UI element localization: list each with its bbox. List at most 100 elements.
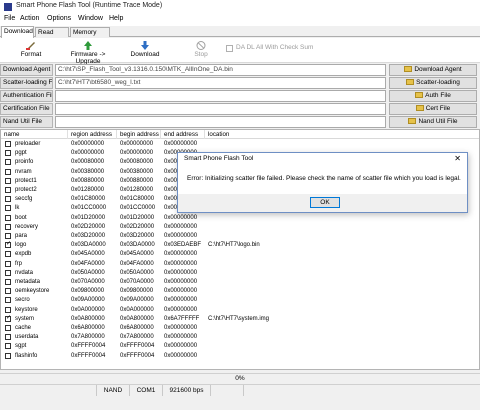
row-checkbox[interactable] <box>5 159 11 166</box>
nand-util-button-label: Nand Util File <box>418 118 458 125</box>
download-button[interactable]: Download <box>129 40 161 58</box>
download-icon <box>139 40 151 51</box>
cert-file-button-label: Cert File <box>425 105 451 112</box>
authentication-field[interactable] <box>55 90 386 102</box>
tab-memory-test[interactable]: Memory Test <box>70 27 110 45</box>
row-checkbox[interactable] <box>5 260 11 267</box>
row-checkbox[interactable] <box>5 334 11 341</box>
table-row[interactable]: sgpt 0xFFFF0004 0xFFFF0004 0x00000000 <box>1 342 479 351</box>
cell-name: cache <box>15 325 32 331</box>
table-row[interactable]: userdata 0x7A800000 0x7A800000 0x00000000 <box>1 333 479 342</box>
row-checkbox[interactable] <box>5 214 11 221</box>
certification-field[interactable] <box>55 103 386 115</box>
row-checkbox[interactable] <box>5 251 11 258</box>
close-icon[interactable]: ✕ <box>454 154 461 164</box>
error-dialog: Smart Phone Flash Tool ✕ Error: Initiali… <box>177 152 468 213</box>
menu-window[interactable]: Window <box>78 15 103 22</box>
table-row[interactable]: preloader 0x00000000 0x00000000 0x00000000 <box>1 140 479 149</box>
stop-icon <box>195 40 207 51</box>
firmware-upgrade-button[interactable]: Firmware -> Upgrade <box>58 40 118 65</box>
cell-begin: 0x00080000 <box>120 159 154 166</box>
table-row[interactable]: recovery 0x02D20000 0x02D20000 0x00000000 <box>1 223 479 232</box>
table-row[interactable]: frp 0x04FA0000 0x04FA0000 0x00000000 <box>1 260 479 269</box>
table-row[interactable]: metadata 0x070A0000 0x070A0000 0x00000000 <box>1 278 479 287</box>
table-row[interactable]: keystore 0x0A000000 0x0A000000 0x00000000 <box>1 306 479 315</box>
cell-begin: 0x00000000 <box>120 150 154 157</box>
row-checkbox[interactable] <box>5 141 11 147</box>
tab-download[interactable]: Download <box>1 26 34 38</box>
table-row[interactable]: secro 0x09A00000 0x09A00000 0x00000000 <box>1 296 479 305</box>
nand-util-field[interactable] <box>55 116 386 128</box>
cell-region: 0x01CC0000 <box>71 205 107 212</box>
cell-location: C:\ht7\HT7\logo.bin <box>208 242 260 249</box>
cell-region: 0x00080000 <box>71 159 105 166</box>
row-checkbox[interactable] <box>5 177 11 184</box>
table-row[interactable]: oemkeystore 0x09800000 0x09800000 0x0000000… <box>1 287 479 296</box>
menu-file[interactable]: File <box>4 15 15 22</box>
menu-options[interactable]: Options <box>47 15 71 22</box>
row-checkbox[interactable] <box>5 269 11 276</box>
row-checkbox[interactable] <box>5 150 11 157</box>
table-row[interactable]: boot 0x01D20000 0x01D20000 0x00000000 <box>1 214 479 223</box>
cell-name: seccfg <box>15 196 33 203</box>
row-checkbox[interactable] <box>5 288 11 295</box>
ok-button[interactable]: OK <box>310 197 340 208</box>
stop-button[interactable]: Stop <box>191 40 211 58</box>
row-checkbox[interactable] <box>5 223 11 230</box>
row-checkbox[interactable] <box>5 205 11 212</box>
cell-region: 0x03D20000 <box>71 233 106 239</box>
cell-end: 0x00000000 <box>164 306 198 313</box>
tab-read-back[interactable]: Read back <box>35 27 69 45</box>
app-icon <box>4 3 12 11</box>
row-checkbox[interactable] <box>5 343 11 350</box>
cell-begin: 0x01D20000 <box>120 214 155 221</box>
row-checkbox[interactable] <box>5 240 11 249</box>
auth-file-button[interactable]: Auth File <box>389 90 477 102</box>
row-checkbox[interactable] <box>5 314 11 323</box>
row-checkbox[interactable] <box>5 196 11 203</box>
cell-begin: 0x09A00000 <box>120 297 154 304</box>
column-name[interactable]: name <box>1 130 68 139</box>
scatter-loading-button[interactable]: Scatter-loading <box>389 77 477 89</box>
row-checkbox[interactable] <box>5 279 11 285</box>
row-checkbox[interactable] <box>5 325 11 331</box>
cell-name: secro <box>15 297 30 304</box>
row-checkbox[interactable] <box>5 233 11 239</box>
menu-action[interactable]: Action <box>20 15 39 22</box>
scatter-loading-field[interactable]: C:\ht7\HT7\bt6580_weg_l.txt <box>55 77 386 89</box>
cell-begin: 0x01CC0000 <box>120 205 156 212</box>
column-region-address[interactable]: region address <box>68 130 117 139</box>
column-begin-address[interactable]: begin address <box>117 130 161 139</box>
column-location[interactable]: location <box>205 130 479 139</box>
row-checkbox[interactable] <box>5 297 11 304</box>
cell-begin: 0x7A800000 <box>120 334 154 341</box>
row-checkbox[interactable] <box>5 306 11 313</box>
folder-icon <box>415 92 424 98</box>
da-dl-checksum-checkbox[interactable] <box>226 45 233 52</box>
cell-end: 0x00000000 <box>164 325 198 331</box>
row-checkbox[interactable] <box>5 168 11 175</box>
cell-region: 0x03DA0000 <box>71 242 106 249</box>
table-row[interactable]: para 0x03D20000 0x03D20000 0x00000000 <box>1 232 479 241</box>
format-button[interactable]: Format <box>18 40 44 58</box>
table-row[interactable]: nvdata 0x050A0000 0x050A0000 0x00000000 <box>1 269 479 278</box>
cell-region: 0x04FA0000 <box>71 260 105 267</box>
cell-end: 0x00000000 <box>164 214 198 221</box>
table-row[interactable]: system 0x0A800000 0x0A800000 0x6A7FFFFF C:\h… <box>1 314 479 324</box>
table-row[interactable]: logo 0x03DA0000 0x03DA0000 0x03EDAEBF C:\ht7… <box>1 240 479 250</box>
menu-help[interactable]: Help <box>109 15 123 22</box>
download-agent-button[interactable]: Download Agent <box>389 64 477 76</box>
row-checkbox[interactable] <box>5 187 11 193</box>
row-checkbox[interactable] <box>5 352 11 359</box>
cell-name: expdb <box>15 251 32 258</box>
tab-strip: Download Read back Memory Test <box>0 26 480 45</box>
column-end-address[interactable]: end address <box>161 130 205 139</box>
cert-file-button[interactable]: Cert File <box>389 103 477 115</box>
download-agent-field[interactable]: C:\ht7\SP_Flash_Tool_v3.1316.0.150\MTK_A… <box>55 64 386 76</box>
cell-begin: 0x050A0000 <box>120 269 154 276</box>
table-row[interactable]: expdb 0x045A0000 0x045A0000 0x00000000 <box>1 250 479 259</box>
cell-end: 0x00000000 <box>164 343 198 350</box>
table-row[interactable]: flashinfo 0xFFFF0004 0xFFFF0004 0x00000000 <box>1 352 479 361</box>
table-row[interactable]: cache 0x6A800000 0x6A800000 0x00000000 <box>1 324 479 333</box>
nand-util-button[interactable]: Nand Util File <box>389 116 477 128</box>
